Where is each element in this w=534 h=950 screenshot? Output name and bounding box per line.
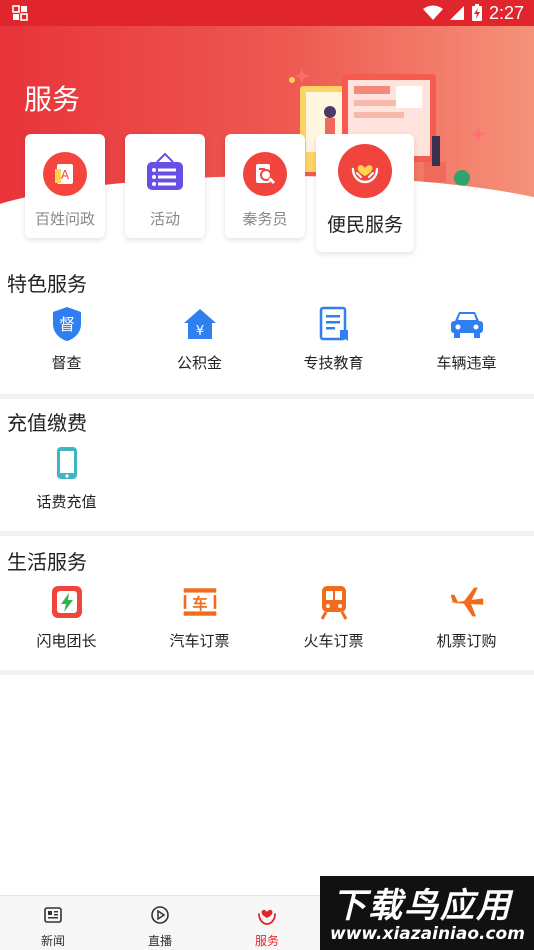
status-bar: 2:27 (0, 0, 534, 26)
item-label: 专技教育 (303, 354, 364, 372)
mobile-phone-icon (49, 445, 85, 481)
a-document-icon: A (43, 152, 87, 196)
svg-text:督: 督 (58, 315, 74, 334)
section-title: 生活服务 (7, 550, 87, 574)
featured-item-professional-education[interactable]: 专技教育 (267, 306, 400, 373)
svg-text:¥: ¥ (195, 324, 203, 339)
section-life: 生活服务 闪电团长 车 汽车订票 火车订票 机票订购 (0, 536, 534, 670)
nav-label: 直播 (147, 934, 172, 948)
news-icon (44, 907, 62, 923)
section-featured: 特色服务 督 督查 ¥ 公积金 专技教育 车辆违章 (0, 262, 534, 394)
section-recharge: 充值缴费 话费充值 (0, 399, 534, 531)
heart-hands-icon (338, 144, 392, 198)
signal-icon (449, 6, 464, 20)
item-label: 机票订购 (436, 632, 497, 650)
featured-item-housing-fund[interactable]: ¥ 公积金 (133, 306, 266, 373)
list-ticket-icon (143, 152, 187, 196)
supervise-badge-icon: 督 (49, 306, 85, 342)
battery-icon (471, 4, 482, 21)
airplane-icon (449, 584, 485, 620)
card-label: 便民服务 (326, 214, 403, 236)
heart-hands-icon (258, 909, 276, 925)
car-icon (449, 306, 485, 342)
card-baixing-wenzheng[interactable]: A 百姓问政 (25, 134, 105, 238)
card-qinwuyuan[interactable]: 秦务员 (225, 134, 305, 238)
item-label: 火车订票 (303, 632, 364, 650)
section-divider (0, 670, 534, 675)
featured-item-supervise[interactable]: 督 督查 (0, 306, 133, 373)
svg-text:A: A (61, 168, 70, 182)
life-item-flight-ticket[interactable]: 机票订购 (400, 584, 533, 651)
card-activity[interactable]: 活动 (125, 134, 205, 238)
section-title: 充值缴费 (7, 411, 87, 435)
play-circle-icon (151, 906, 169, 924)
recharge-item-phone-topup[interactable]: 话费充值 (0, 445, 133, 512)
item-label: 话费充值 (36, 493, 97, 511)
app-notification-icon (12, 5, 28, 21)
svg-text:车: 车 (192, 594, 207, 613)
card-label: 秦务员 (242, 210, 288, 228)
nav-tab-service[interactable]: 服务 (237, 904, 297, 949)
item-label: 公积金 (176, 354, 222, 372)
search-document-icon (243, 152, 287, 196)
item-label: 督查 (51, 354, 82, 372)
life-item-train-ticket[interactable]: 火车订票 (267, 584, 400, 651)
bus-ticket-icon: 车 (182, 584, 218, 620)
featured-item-vehicle-violation[interactable]: 车辆违章 (400, 306, 533, 373)
lightning-bag-icon (49, 584, 85, 620)
card-label: 活动 (149, 210, 180, 228)
nav-label: 新闻 (40, 934, 65, 948)
watermark-url: www.xiazainiao.com (330, 924, 525, 944)
clock: 2:27 (488, 2, 524, 23)
card-bianmin-service[interactable]: 便民服务 (316, 134, 414, 252)
item-label: 汽车订票 (169, 632, 230, 650)
house-yen-icon: ¥ (182, 306, 218, 342)
train-icon (316, 584, 352, 620)
item-label: 闪电团长 (36, 632, 97, 650)
nav-tab-live[interactable]: 直播 (130, 904, 190, 949)
card-label: 百姓问政 (34, 210, 95, 228)
nav-label: 服务 (254, 934, 279, 948)
shortcut-cards: A 百姓问政 活动 秦务员 便民服务 (0, 134, 534, 254)
nav-tab-news[interactable]: 新闻 (23, 904, 83, 949)
item-label: 车辆违章 (436, 354, 497, 372)
watermark-title: 下载鸟应用 (332, 886, 512, 926)
page-title: 服务 (24, 83, 81, 116)
life-item-bus-ticket[interactable]: 车 汽车订票 (133, 584, 266, 651)
site-watermark: 下载鸟应用 www.xiazainiao.com (320, 876, 534, 950)
section-title: 特色服务 (7, 272, 87, 296)
wifi-icon (422, 5, 443, 20)
life-item-flash-group-leader[interactable]: 闪电团长 (0, 584, 133, 651)
certificate-icon (316, 306, 352, 342)
